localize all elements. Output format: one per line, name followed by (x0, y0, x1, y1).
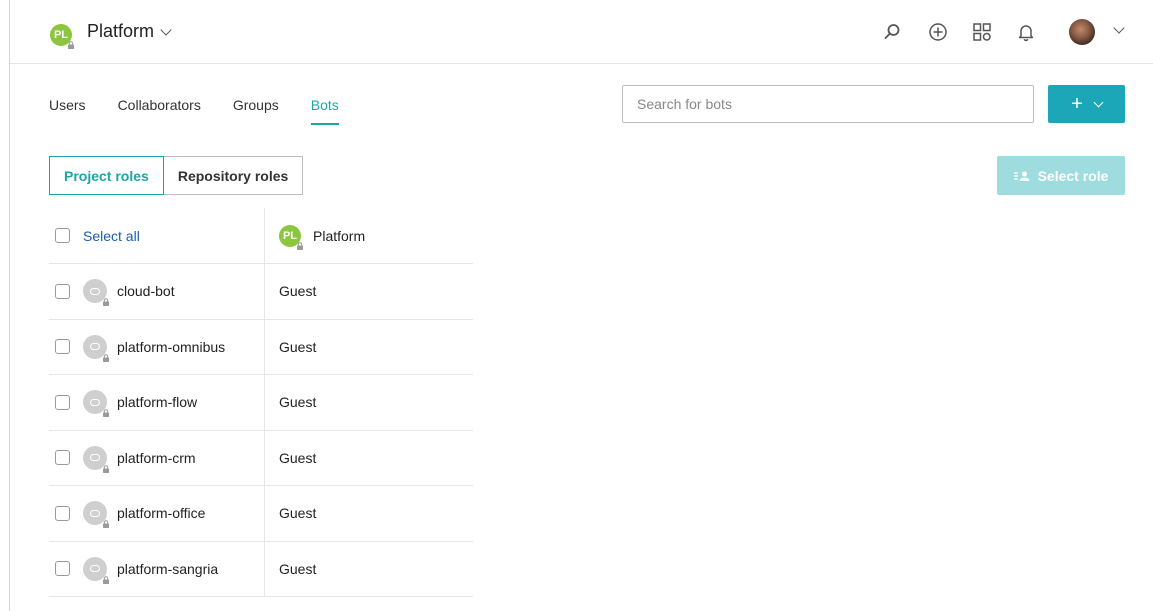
lock-icon (103, 298, 109, 307)
bot-cell: platform-omnibus (49, 319, 265, 374)
bot-name: platform-crm (117, 449, 196, 466)
bot-cell: platform-crm (49, 430, 265, 485)
bot-name: platform-sangria (117, 560, 219, 577)
project-column-header: PL Platform (265, 208, 473, 263)
project-avatar-initials: PL (53, 29, 69, 41)
bot-name: cloud-bot (117, 283, 175, 300)
tab-users[interactable]: Users (49, 97, 86, 125)
project-avatar: PL (279, 224, 303, 250)
lock-icon (103, 354, 109, 362)
bell-icon[interactable] (1016, 22, 1036, 42)
role-cell[interactable]: Guest (265, 264, 473, 319)
plus-icon: + (1071, 92, 1083, 115)
table-row: platform-crm Guest (49, 430, 473, 486)
table-row: platform-office Guest (49, 486, 473, 542)
bot-avatar (83, 556, 109, 584)
bot-cell: platform-office (49, 486, 265, 541)
role-type-toggle: Project roles Repository roles (49, 156, 304, 195)
bot-name: platform-omnibus (117, 338, 226, 355)
table-row: platform-flow Guest (49, 375, 473, 431)
select-role-label: Select role (1037, 167, 1109, 184)
project-name: Platform (87, 21, 155, 41)
bot-cell: platform-flow (49, 375, 265, 430)
row-checkbox[interactable] (55, 283, 70, 299)
lock-icon (103, 576, 109, 584)
select-all-checkbox[interactable] (55, 228, 70, 243)
table-row: platform-omnibus Guest (49, 319, 473, 375)
app-frame: PL Platform Users Collaborators Groups B… (9, 0, 1153, 611)
bot-cell: cloud-bot (49, 264, 265, 319)
bot-name: platform-office (117, 505, 206, 522)
bot-name: platform-flow (117, 394, 198, 411)
lock-icon (103, 465, 109, 473)
role-cell[interactable]: Guest (265, 375, 473, 430)
plus-circle-icon[interactable] (928, 22, 948, 42)
role-cell[interactable]: Guest (265, 486, 473, 541)
row-checkbox[interactable] (55, 339, 70, 355)
select-all-cell: Select all (49, 208, 265, 263)
project-avatar-initials: PL (282, 229, 298, 242)
bot-avatar (83, 334, 109, 362)
table-row: platform-sangria Guest (49, 541, 473, 597)
bot-avatar (83, 501, 109, 529)
project-switcher[interactable]: Platform (87, 21, 172, 42)
member-tabs: Users Collaborators Groups Bots (49, 97, 371, 125)
role-cell[interactable]: Guest (265, 431, 473, 486)
search-input[interactable] (622, 85, 1034, 123)
select-role-button[interactable]: Select role (997, 156, 1125, 195)
tab-collaborators[interactable]: Collaborators (118, 97, 201, 125)
bot-cell: platform-sangria (49, 541, 265, 596)
lock-icon (68, 41, 74, 49)
row-checkbox[interactable] (55, 561, 70, 577)
add-button[interactable]: + (1048, 85, 1125, 123)
top-bar: PL Platform (10, 0, 1153, 64)
repository-roles-button[interactable]: Repository roles (163, 156, 304, 195)
table-row: cloud-bot Guest (49, 264, 473, 320)
bot-avatar (83, 390, 109, 418)
apps-grid-icon[interactable] (972, 22, 992, 42)
bots-role-table: Select all PL Platform cloud-bot Guest p… (49, 208, 473, 597)
assign-role-icon (1013, 171, 1030, 181)
chevron-down-icon[interactable] (1113, 22, 1125, 34)
project-avatar[interactable]: PL (50, 24, 74, 49)
tab-groups[interactable]: Groups (233, 97, 279, 125)
bot-avatar (83, 279, 109, 307)
lock-icon (103, 409, 109, 418)
lock-icon (103, 520, 109, 529)
project-roles-button[interactable]: Project roles (49, 156, 164, 195)
row-checkbox[interactable] (55, 450, 70, 466)
chevron-down-icon (1093, 97, 1104, 107)
select-all-link[interactable]: Select all (83, 228, 140, 244)
bot-avatar (83, 445, 109, 473)
row-checkbox[interactable] (55, 505, 70, 521)
row-checkbox[interactable] (55, 394, 70, 410)
tab-bots[interactable]: Bots (310, 97, 339, 125)
search-icon[interactable] (882, 22, 902, 42)
role-cell[interactable]: Guest (265, 542, 473, 597)
user-avatar[interactable] (1069, 19, 1095, 45)
lock-icon (297, 241, 303, 250)
role-cell[interactable]: Guest (265, 320, 473, 375)
project-column-label: Platform (313, 227, 366, 244)
table-header: Select all PL Platform (49, 208, 473, 264)
chevron-down-icon (160, 23, 172, 36)
